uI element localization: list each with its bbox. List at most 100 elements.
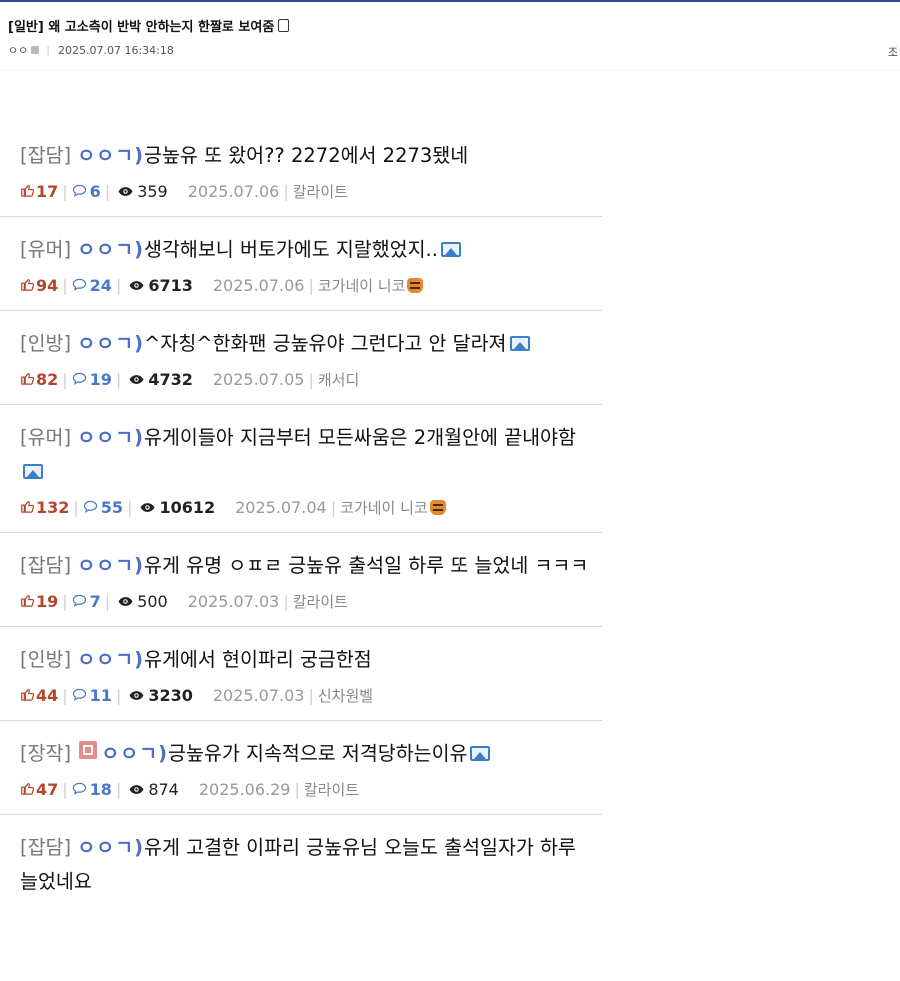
item-title[interactable]: 긍높유가 지속적으로 저격당하는이유 (168, 742, 467, 765)
post-list-item[interactable]: [잡담] ㅇㅇㄱ)긍높유 또 왔어?? 2272에서 2273됐네 17 | 6 | 35… (0, 123, 602, 217)
likes: 19 (20, 592, 58, 611)
post-view-label: 조 (887, 46, 898, 59)
item-author[interactable]: 코가네이 니코 (318, 275, 424, 296)
item-nick: ㅇㅇㄱ) (77, 144, 145, 167)
thumbs-up-icon (20, 276, 36, 295)
item-date: 2025.07.04 (235, 498, 327, 517)
post-list-item[interactable]: [유머] ㅇㅇㄱ)유게이들아 지금부터 모든싸움은 2개월안에 끝내야함 132 |… (0, 405, 602, 533)
stat-divider: | (294, 780, 300, 799)
item-title-line[interactable]: [잡담] ㅇㅇㄱ)긍높유 또 왔어?? 2272에서 2273됐네 (20, 139, 602, 173)
likes: 47 (20, 780, 58, 799)
comments[interactable]: 7 (72, 592, 101, 611)
post-list-item[interactable]: [인방] ㅇㅇㄱ)유게에서 현이파리 궁금한점 44 | 11 | 3230 2025.07… (0, 627, 602, 721)
item-stats: 132 | 55 | 10612 2025.07.04 | 코가네이 니코 (20, 497, 602, 518)
likes: 44 (20, 686, 58, 705)
item-author-name: 신차원벨 (317, 687, 374, 705)
item-category: [잡담] (20, 144, 72, 167)
post-author[interactable]: ㅇㅇ (8, 42, 28, 58)
item-category: [유머] (20, 426, 72, 449)
eye-icon (129, 780, 148, 799)
post-header: [일반] 왜 고소측이 반박 안하는지 한짤로 보여줌 ㅇㅇ | 2025.07… (0, 2, 900, 71)
stat-divider: | (62, 780, 68, 799)
eye-icon (140, 498, 159, 517)
thumbs-up-icon (20, 498, 36, 517)
item-title-line[interactable]: [인방] ㅇㅇㄱ)유게에서 현이파리 궁금한점 (20, 643, 602, 677)
item-title-line[interactable]: [잡담] ㅇㅇㄱ)유게 유명 ㅇㅍㄹ 긍높유 출석일 하루 또 늘었네 ㅋㅋㅋ (20, 549, 602, 583)
item-category: [유머] (20, 238, 72, 261)
post-list-item[interactable]: [잡담] ㅇㅇㄱ)유게 유명 ㅇㅍㄹ 긍높유 출석일 하루 또 늘었네 ㅋㅋㅋ 1… (0, 533, 602, 627)
item-nick: ㅇㅇㄱ) (101, 742, 169, 765)
comment-bubble-icon (72, 592, 90, 611)
comment-count: 19 (89, 370, 112, 389)
stat-divider: | (115, 370, 122, 389)
image-icon (23, 464, 43, 479)
stat-divider: | (115, 276, 122, 295)
comments[interactable]: 18 (72, 780, 112, 799)
eye-icon (118, 182, 137, 201)
item-title[interactable]: 유게 유명 ㅇㅍㄹ 긍높유 출석일 하루 또 늘었네 ㅋㅋㅋ (144, 554, 588, 577)
eye-icon (129, 370, 148, 389)
view-count: 500 (137, 592, 168, 611)
like-count: 17 (36, 182, 59, 201)
item-author[interactable]: 코가네이 니코 (340, 497, 446, 518)
item-author[interactable]: 칼라이트 (293, 591, 348, 612)
item-author-name: 코가네이 니코 (340, 499, 428, 517)
views: 4732 (129, 370, 193, 389)
view-count: 3230 (148, 686, 193, 705)
badge-icon (79, 741, 98, 759)
comments[interactable]: 11 (72, 686, 112, 705)
item-title-line[interactable]: [유머] ㅇㅇㄱ)생각해보니 버토가에도 지랄했었지.. (20, 233, 602, 267)
item-stats: 17 | 6 | 359 2025.07.06 | 칼라이트 (20, 181, 602, 202)
item-date: 2025.06.29 (198, 780, 291, 799)
item-title[interactable]: 생각해보니 버토가에도 지랄했었지.. (144, 238, 438, 261)
item-title-line[interactable]: [인방] ㅇㅇㄱ)^자칭^한화팬 긍높유야 그런다고 안 달라져 (20, 327, 602, 361)
image-icon (440, 242, 461, 257)
item-nick: ㅇㅇㄱ) (77, 554, 145, 577)
item-author[interactable]: 신차원벨 (318, 685, 373, 706)
post-list-item[interactable]: [유머] ㅇㅇㄱ)생각해보니 버토가에도 지랄했었지.. 94 | 24 | 6713 20… (0, 217, 602, 311)
item-title-line[interactable]: [유머] ㅇㅇㄱ)유게이들아 지금부터 모든싸움은 2개월안에 끝내야함 (20, 421, 602, 489)
item-title[interactable]: 긍높유 또 왔어?? 2272에서 2273됐네 (144, 144, 468, 167)
item-nick: ㅇㅇㄱ) (77, 648, 145, 671)
stat-divider: | (62, 276, 68, 295)
eye-icon (129, 686, 148, 705)
item-date: 2025.07.03 (212, 686, 305, 705)
item-stats: 19 | 7 | 500 2025.07.03 | 칼라이트 (20, 591, 602, 612)
item-author-name: 코가네이 니코 (317, 277, 406, 295)
item-category: [장작] (20, 742, 72, 765)
item-title-line[interactable]: [잡담] ㅇㅇㄱ)유게 고결한 이파리 긍높유님 오늘도 출석일자가 하루 늘었… (20, 831, 602, 899)
like-count: 132 (36, 498, 70, 517)
item-title[interactable]: 유게이들아 지금부터 모든싸움은 2개월안에 끝내야함 (144, 426, 576, 449)
view-count: 359 (137, 182, 168, 201)
views: 10612 (140, 498, 215, 517)
item-title[interactable]: 유게에서 현이파리 궁금한점 (144, 648, 372, 671)
comments[interactable]: 55 (83, 498, 123, 517)
item-author[interactable]: 캐서디 (318, 369, 359, 390)
post-list-item[interactable]: [인방] ㅇㅇㄱ)^자칭^한화팬 긍높유야 그런다고 안 달라져 82 | 19 | 47… (0, 311, 602, 405)
item-stats: 47 | 18 | 874 2025.06.29 | 칼라이트 (20, 779, 602, 800)
views: 6713 (129, 276, 193, 295)
stat-divider: | (115, 686, 122, 705)
item-stats: 82 | 19 | 4732 2025.07.05 | 캐서디 (20, 369, 602, 390)
item-author[interactable]: 칼라이트 (293, 181, 348, 202)
like-count: 82 (36, 370, 59, 389)
comment-bubble-icon (72, 370, 90, 389)
comments[interactable]: 24 (72, 276, 112, 295)
thumbs-up-icon (20, 592, 36, 611)
item-title-line[interactable]: [장작] ㅇㅇㄱ)긍높유가 지속적으로 저격당하는이유 (20, 737, 602, 771)
comments[interactable]: 6 (72, 182, 101, 201)
item-title[interactable]: ^자칭^한화팬 긍높유야 그런다고 안 달라져 (144, 332, 506, 355)
comment-count: 55 (100, 498, 124, 517)
comment-bubble-icon (72, 686, 90, 705)
item-stats: 44 | 11 | 3230 2025.07.03 | 신차원벨 (20, 685, 602, 706)
eye-icon (118, 592, 137, 611)
views: 874 (129, 780, 179, 799)
post-list-item[interactable]: [잡담] ㅇㅇㄱ)유게 고결한 이파리 긍높유님 오늘도 출석일자가 하루 늘었… (0, 815, 602, 913)
item-author[interactable]: 칼라이트 (304, 779, 359, 800)
post-list-item[interactable]: [장작] ㅇㅇㄱ)긍높유가 지속적으로 저격당하는이유 47 | 18 | 874 2025… (0, 721, 602, 815)
comments[interactable]: 19 (72, 370, 112, 389)
stat-divider: | (127, 498, 133, 517)
meta-divider: | (46, 43, 50, 57)
image-icon (470, 746, 491, 761)
image-icon (509, 336, 530, 351)
